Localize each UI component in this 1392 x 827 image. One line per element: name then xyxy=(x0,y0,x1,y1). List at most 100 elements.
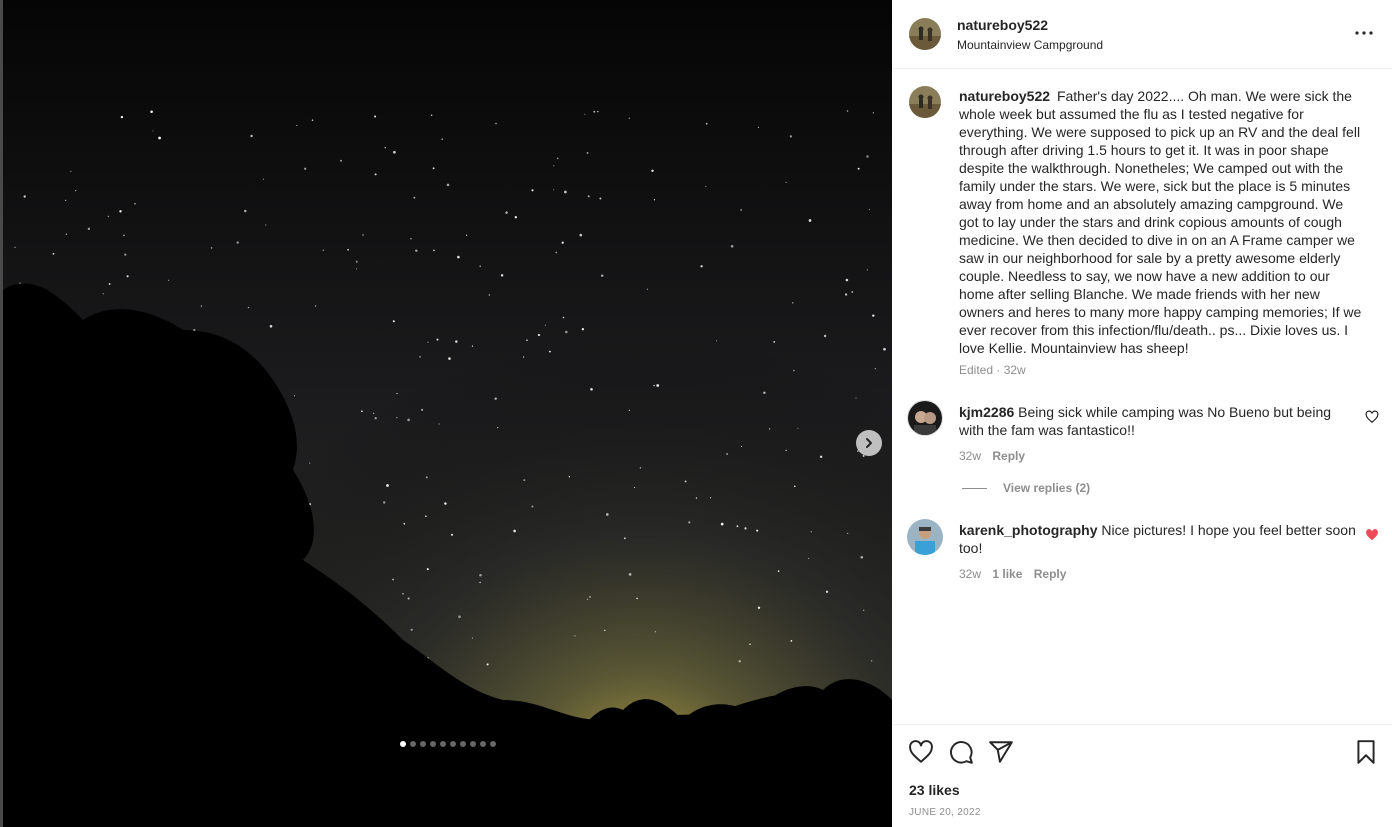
star xyxy=(757,126,759,128)
star xyxy=(604,629,606,632)
star xyxy=(808,219,812,222)
star xyxy=(785,449,787,451)
star xyxy=(420,408,424,412)
star xyxy=(860,555,864,559)
next-slide-button[interactable] xyxy=(856,430,882,456)
star xyxy=(793,369,795,372)
star xyxy=(823,334,827,338)
star xyxy=(262,178,265,180)
star xyxy=(564,190,567,194)
star xyxy=(402,592,404,595)
share-icon[interactable] xyxy=(988,739,1014,765)
star xyxy=(851,291,854,293)
star xyxy=(23,195,26,198)
comment-likes[interactable]: 1 like xyxy=(992,567,1022,581)
reply-button[interactable]: Reply xyxy=(992,449,1025,463)
star xyxy=(457,255,460,259)
star xyxy=(590,387,593,391)
star xyxy=(500,274,504,277)
more-options-icon[interactable] xyxy=(1354,27,1374,39)
comment-username[interactable]: kjm2286 xyxy=(959,404,1014,420)
slide-dot xyxy=(490,741,496,747)
heart-icon[interactable] xyxy=(908,739,934,765)
slide-dot xyxy=(430,741,436,747)
comment-username[interactable]: karenk_photography xyxy=(959,522,1097,538)
star xyxy=(304,167,307,170)
star xyxy=(868,208,871,211)
view-replies-button[interactable]: View replies (2) xyxy=(962,481,1090,495)
heart-icon[interactable] xyxy=(1365,410,1379,424)
star xyxy=(872,112,874,114)
bookmark-icon[interactable] xyxy=(1353,739,1379,765)
star xyxy=(581,328,585,331)
star xyxy=(494,397,497,400)
star xyxy=(568,476,570,478)
view-replies-label[interactable]: View replies (2) xyxy=(1003,481,1090,495)
star xyxy=(168,279,170,281)
comment-icon[interactable] xyxy=(948,739,974,765)
star xyxy=(790,640,793,642)
post-media[interactable] xyxy=(0,0,892,827)
star xyxy=(340,159,342,162)
star xyxy=(773,341,776,343)
slide-dot xyxy=(420,741,426,747)
avatar[interactable] xyxy=(907,400,943,436)
star xyxy=(730,244,734,248)
comment-item: kjm2286 Being sick while camping was No … xyxy=(959,403,1359,465)
star xyxy=(523,356,525,358)
star xyxy=(150,110,153,113)
star xyxy=(777,570,780,572)
star xyxy=(810,531,812,533)
avatar[interactable] xyxy=(909,18,941,50)
star xyxy=(599,197,602,200)
heart-icon[interactable] xyxy=(1365,528,1379,542)
star xyxy=(403,523,406,525)
post-username[interactable]: natureboy522 xyxy=(957,17,1048,33)
star xyxy=(793,485,796,488)
star xyxy=(52,252,55,255)
star xyxy=(847,532,849,534)
slide-dot xyxy=(450,741,456,747)
star xyxy=(479,573,482,577)
star xyxy=(797,427,799,429)
post-actions: 23 likes JUNE 20, 2022 xyxy=(892,724,1392,827)
star xyxy=(315,305,317,307)
star xyxy=(789,135,793,138)
slide-dot xyxy=(480,741,486,747)
star xyxy=(537,333,541,337)
star xyxy=(415,249,418,252)
star xyxy=(14,246,16,249)
avatar[interactable] xyxy=(909,86,941,118)
star xyxy=(495,122,497,125)
star xyxy=(70,170,72,173)
star xyxy=(544,324,546,326)
star xyxy=(448,357,451,360)
star xyxy=(639,467,642,469)
star xyxy=(634,486,636,488)
star xyxy=(311,119,314,121)
post-location[interactable]: Mountainview Campground xyxy=(957,38,1103,52)
star xyxy=(486,663,489,666)
star xyxy=(819,455,823,459)
star xyxy=(628,409,630,411)
star xyxy=(808,557,810,559)
star xyxy=(497,426,499,429)
star xyxy=(684,480,687,483)
star xyxy=(410,628,413,631)
star xyxy=(565,330,568,334)
star xyxy=(384,147,386,149)
star xyxy=(455,340,458,343)
star xyxy=(120,115,124,119)
star xyxy=(479,581,481,584)
star xyxy=(646,288,648,290)
star xyxy=(200,305,203,307)
slide-dot xyxy=(440,741,446,747)
star xyxy=(553,165,555,167)
reply-button[interactable]: Reply xyxy=(1034,567,1067,581)
star xyxy=(589,596,591,598)
star xyxy=(720,522,724,526)
likes-count[interactable]: 23 likes xyxy=(909,782,960,798)
star xyxy=(158,136,161,140)
caption-username[interactable]: natureboy522 xyxy=(959,88,1050,104)
avatar[interactable] xyxy=(907,519,943,555)
